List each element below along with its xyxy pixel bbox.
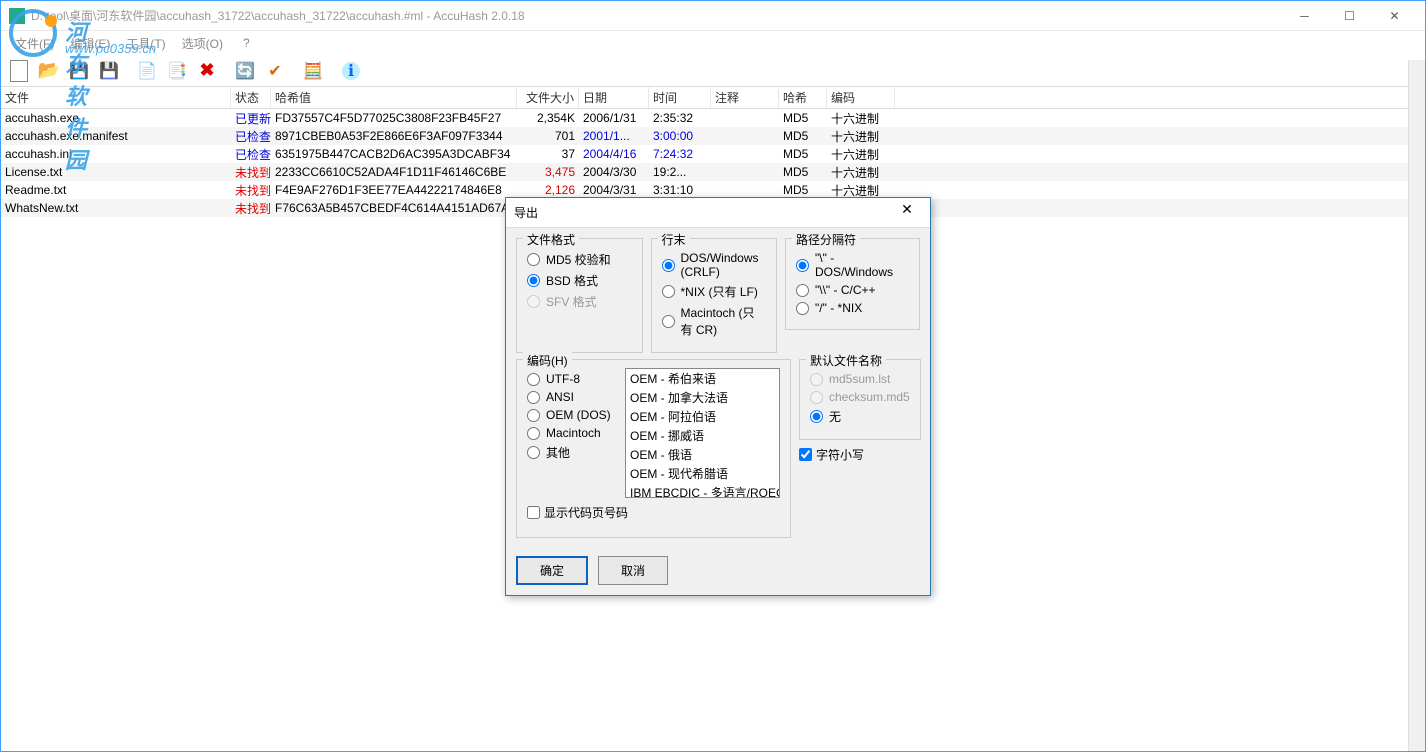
col-size[interactable]: 文件大小 bbox=[517, 87, 579, 108]
radio-checksum[interactable]: checksum.md5 bbox=[810, 390, 910, 404]
table-row[interactable]: License.txt未找到2233CC6610C52ADA4F1D11F461… bbox=[1, 163, 1425, 181]
checkbox-codepage[interactable]: 显示代码页号码 bbox=[527, 504, 780, 521]
col-encoding[interactable]: 编码 bbox=[827, 87, 895, 108]
new-button[interactable] bbox=[5, 57, 33, 85]
radio-sfv[interactable]: SFV 格式 bbox=[527, 293, 632, 310]
radio-cr[interactable]: Macintoch (只有 CR) bbox=[662, 304, 767, 338]
open-button[interactable] bbox=[35, 57, 63, 85]
radio-slash[interactable]: "/" - *NIX bbox=[796, 301, 909, 315]
group-encoding: 编码(H) UTF-8 ANSI OEM (DOS) Macintoch 其他 … bbox=[516, 359, 791, 538]
menubar: 文件(F) 编辑(E) 工具(T) 选项(O) ? bbox=[1, 31, 1425, 55]
group-line-ending: 行末 DOS/Windows (CRLF) *NIX (只有 LF) Macin… bbox=[651, 238, 778, 353]
save-button[interactable] bbox=[65, 57, 93, 85]
minimize-button[interactable]: ─ bbox=[1282, 2, 1327, 30]
col-date[interactable]: 日期 bbox=[579, 87, 649, 108]
menu-option[interactable]: 选项(O) bbox=[176, 33, 229, 54]
verify-button[interactable] bbox=[261, 57, 289, 85]
window-title: D:\tool\桌面\河东软件园\accuhash_31722\accuhash… bbox=[31, 7, 1282, 24]
radio-ansi[interactable]: ANSI bbox=[527, 390, 617, 404]
table-row[interactable]: accuhash.exe已更新FD37557C4F5D77025C3808F23… bbox=[1, 109, 1425, 127]
radio-none[interactable]: 无 bbox=[810, 408, 910, 425]
dialog-title: 导出 bbox=[514, 204, 892, 221]
col-hashtype[interactable]: 哈希 bbox=[779, 87, 827, 108]
close-button[interactable]: ✕ bbox=[1372, 2, 1417, 30]
menu-help[interactable]: ? bbox=[237, 34, 256, 52]
refresh-button[interactable] bbox=[231, 57, 259, 85]
vertical-scrollbar[interactable] bbox=[1408, 60, 1425, 751]
radio-md5sum[interactable]: md5sum.lst bbox=[810, 372, 910, 386]
col-status[interactable]: 状态 bbox=[231, 87, 271, 108]
dialog-close-button[interactable]: ✕ bbox=[892, 201, 922, 225]
app-icon bbox=[9, 8, 25, 24]
add-file-button[interactable] bbox=[133, 57, 161, 85]
col-hash[interactable]: 哈希值 bbox=[271, 87, 517, 108]
about-button[interactable] bbox=[337, 57, 365, 85]
saveas-button[interactable] bbox=[95, 57, 123, 85]
radio-other[interactable]: 其他 bbox=[527, 444, 617, 461]
radio-crlf[interactable]: DOS/Windows (CRLF) bbox=[662, 251, 767, 279]
menu-edit[interactable]: 编辑(E) bbox=[64, 33, 116, 54]
delete-button[interactable] bbox=[193, 57, 221, 85]
export-dialog: 导出 ✕ 文件格式 MD5 校验和 BSD 格式 SFV 格式 行末 DOS/W… bbox=[505, 197, 931, 596]
encoding-listbox[interactable]: OEM - 希伯来语OEM - 加拿大法语OEM - 阿拉伯语OEM - 挪威语… bbox=[625, 368, 780, 498]
radio-utf8[interactable]: UTF-8 bbox=[527, 372, 617, 386]
radio-mac[interactable]: Macintoch bbox=[527, 426, 617, 440]
table-row[interactable]: accuhash.ini已检查6351975B447CACB2D6AC395A3… bbox=[1, 145, 1425, 163]
col-file[interactable]: 文件 bbox=[1, 87, 231, 108]
table-header: 文件 状态 哈希值 文件大小 日期 时间 注释 哈希 编码 bbox=[1, 87, 1425, 109]
calculator-button[interactable] bbox=[299, 57, 327, 85]
ok-button[interactable]: 确定 bbox=[516, 556, 588, 585]
checkbox-lowercase[interactable]: 字符小写 bbox=[799, 446, 921, 463]
radio-bsd[interactable]: BSD 格式 bbox=[527, 272, 632, 289]
radio-oem[interactable]: OEM (DOS) bbox=[527, 408, 617, 422]
radio-lf[interactable]: *NIX (只有 LF) bbox=[662, 283, 767, 300]
cancel-button[interactable]: 取消 bbox=[598, 556, 668, 585]
dialog-titlebar: 导出 ✕ bbox=[506, 198, 930, 228]
group-path-sep: 路径分隔符 "\" - DOS/Windows "\\" - C/C++ "/"… bbox=[785, 238, 920, 330]
main-window: 河东软件园 www.pc0359.cn D:\tool\桌面\河东软件园\acc… bbox=[0, 0, 1426, 752]
radio-md5[interactable]: MD5 校验和 bbox=[527, 251, 632, 268]
table-row[interactable]: accuhash.exe.manifest已检查8971CBEB0A53F2E8… bbox=[1, 127, 1425, 145]
col-time[interactable]: 时间 bbox=[649, 87, 711, 108]
toolbar bbox=[1, 55, 1425, 87]
menu-file[interactable]: 文件(F) bbox=[9, 33, 60, 54]
radio-dblbackslash[interactable]: "\\" - C/C++ bbox=[796, 283, 909, 297]
group-default-name: 默认文件名称 md5sum.lst checksum.md5 无 bbox=[799, 359, 921, 440]
radio-backslash[interactable]: "\" - DOS/Windows bbox=[796, 251, 909, 279]
col-comment[interactable]: 注释 bbox=[711, 87, 779, 108]
menu-tool[interactable]: 工具(T) bbox=[120, 33, 171, 54]
maximize-button[interactable]: ☐ bbox=[1327, 2, 1372, 30]
titlebar: D:\tool\桌面\河东软件园\accuhash_31722\accuhash… bbox=[1, 1, 1425, 31]
group-file-format: 文件格式 MD5 校验和 BSD 格式 SFV 格式 bbox=[516, 238, 643, 353]
add-list-button[interactable] bbox=[163, 57, 191, 85]
